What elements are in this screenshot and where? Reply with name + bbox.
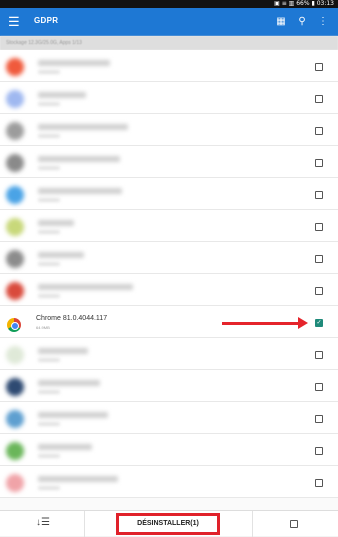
storage-icon[interactable]: ▦ — [274, 14, 288, 30]
blurred-app-name — [38, 60, 110, 66]
app-icon — [6, 122, 24, 140]
blurred-app-name — [38, 220, 74, 226]
blurred-app-name — [38, 284, 133, 290]
app-size: 64.9MB — [36, 325, 50, 330]
app-list-item[interactable] — [0, 242, 338, 274]
app-icon — [6, 474, 24, 492]
checkbox[interactable] — [315, 415, 323, 423]
blurred-app-size — [38, 486, 60, 490]
status-bar: ▣ ≡ ▥ 66% ▮ 03:13 — [0, 0, 338, 8]
checkbox[interactable] — [315, 351, 323, 359]
checkbox[interactable] — [315, 255, 323, 263]
sort-icon[interactable]: ↓☰ — [36, 517, 50, 528]
app-list-item[interactable] — [0, 114, 338, 146]
select-all-checkbox[interactable] — [290, 520, 298, 528]
app-icon — [6, 346, 24, 364]
blurred-app-name — [38, 124, 128, 130]
app-list-item[interactable] — [0, 466, 338, 498]
search-icon[interactable]: ⚲ — [295, 14, 309, 30]
checked-checkbox[interactable]: ✓ — [315, 319, 323, 327]
status-right: ▣ ≡ ▥ 66% ▮ 03:13 — [274, 0, 334, 7]
blurred-app-size — [38, 70, 60, 74]
app-icon — [6, 410, 24, 428]
checkbox[interactable] — [315, 479, 323, 487]
app-list-item[interactable] — [0, 178, 338, 210]
blurred-app-size — [38, 198, 60, 202]
blurred-app-size — [38, 166, 60, 170]
app-list-item[interactable] — [0, 370, 338, 402]
checkbox[interactable] — [315, 287, 323, 295]
blurred-app-name — [38, 412, 108, 418]
app-icon — [6, 282, 24, 300]
checkbox[interactable] — [315, 63, 323, 71]
divider — [252, 511, 253, 537]
checkbox[interactable] — [315, 159, 323, 167]
blurred-app-size — [38, 262, 60, 266]
divider — [84, 511, 85, 537]
app-list-item[interactable] — [0, 402, 338, 434]
bottom-action-bar: ↓☰ DÉSINSTALLER(1) — [0, 510, 338, 537]
app-icon — [6, 186, 24, 204]
blurred-app-name — [38, 252, 84, 258]
uninstall-button[interactable]: DÉSINSTALLER(1) — [116, 513, 220, 535]
checkbox[interactable] — [315, 447, 323, 455]
app-list-item[interactable] — [0, 50, 338, 82]
blurred-app-size — [38, 422, 60, 426]
blurred-app-size — [38, 390, 60, 394]
app-name: Chrome 81.0.4044.117 — [36, 315, 108, 322]
chrome-app-icon — [7, 318, 21, 332]
app-icon — [6, 90, 24, 108]
app-list-item[interactable] — [0, 82, 338, 114]
app-icon — [6, 442, 24, 460]
app-title: GDPR — [34, 16, 59, 25]
blurred-app-size — [38, 294, 60, 298]
blurred-app-name — [38, 476, 118, 482]
menu-icon[interactable]: ☰ — [8, 14, 24, 30]
blurred-app-size — [38, 102, 60, 106]
app-icon — [6, 378, 24, 396]
checkbox[interactable] — [315, 95, 323, 103]
storage-summary: Stockage 12.3G/25.0G, Apps 1/13 — [0, 36, 338, 50]
checkbox[interactable] — [315, 127, 323, 135]
blurred-app-size — [38, 358, 60, 362]
more-vert-icon[interactable]: ⋮ — [316, 14, 330, 30]
app-icon — [6, 250, 24, 268]
app-list-item[interactable] — [0, 434, 338, 466]
checkbox[interactable] — [315, 223, 323, 231]
app-list-item[interactable] — [0, 146, 338, 178]
blurred-app-name — [38, 188, 122, 194]
blurred-app-size — [38, 454, 60, 458]
blurred-app-name — [38, 92, 86, 98]
app-list-item[interactable] — [0, 210, 338, 242]
blurred-app-size — [38, 134, 60, 138]
app-icon — [6, 154, 24, 172]
app-list-item[interactable] — [0, 338, 338, 370]
blurred-app-name — [38, 348, 88, 354]
blurred-app-size — [38, 230, 60, 234]
blurred-app-name — [38, 380, 100, 386]
app-list[interactable]: Chrome 81.0.4044.117 64.9MB ✓ — [0, 50, 338, 510]
red-arrow-annotation — [222, 322, 302, 325]
red-arrow-head — [298, 317, 308, 329]
app-icon — [6, 58, 24, 76]
app-list-item[interactable] — [0, 274, 338, 306]
app-bar: ☰ GDPR ▦ ⚲ ⋮ — [0, 8, 338, 36]
app-icon — [6, 218, 24, 236]
checkbox[interactable] — [315, 383, 323, 391]
blurred-app-name — [38, 444, 92, 450]
checkbox[interactable] — [315, 191, 323, 199]
blurred-app-name — [38, 156, 120, 162]
